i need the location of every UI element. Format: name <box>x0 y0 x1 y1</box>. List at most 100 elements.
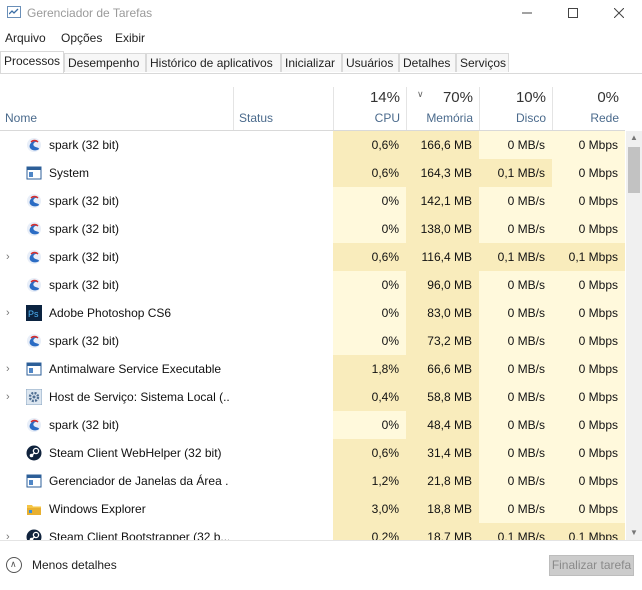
column-header: Nome Status 14% CPU ∨ 70% Memória 10% Di… <box>0 87 625 131</box>
process-row[interactable]: › Steam Client Bootstrapper (32 b... 0,2% 1… <box>0 523 625 540</box>
process-row[interactable]: spark (32 bit) 0% 138,0 MB 0 MB/s 0 Mbps <box>0 215 625 243</box>
minimize-button[interactable] <box>504 0 550 26</box>
header-disk[interactable]: 10% Disco <box>479 87 552 130</box>
process-row[interactable]: System 0,6% 164,3 MB 0,1 MB/s 0 Mbps <box>0 159 625 187</box>
process-row[interactable]: Steam Client WebHelper (32 bit) 0,6% 31,4 … <box>0 439 625 467</box>
expand-chevron-icon[interactable]: › <box>6 362 16 376</box>
vertical-scrollbar[interactable]: ▲ ▼ <box>626 131 642 540</box>
process-network: 0 Mbps <box>552 271 625 299</box>
process-memory: 31,4 MB <box>406 439 479 467</box>
process-row[interactable]: spark (32 bit) 0% 142,1 MB 0 MB/s 0 Mbps <box>0 187 625 215</box>
expand-chevron-icon[interactable]: › <box>6 250 16 264</box>
process-network: 0 Mbps <box>552 411 625 439</box>
end-task-button[interactable]: Finalizar tarefa <box>549 555 634 576</box>
scroll-up-icon[interactable]: ▲ <box>626 131 642 145</box>
process-row[interactable]: › Host de Serviço: Sistema Local (... 0,4%… <box>0 383 625 411</box>
header-name-label: Nome <box>5 111 38 125</box>
process-memory: 73,2 MB <box>406 327 479 355</box>
header-memory-label: Memória <box>426 111 473 125</box>
process-name: spark (32 bit) <box>49 194 120 208</box>
process-name: spark (32 bit) <box>49 250 120 264</box>
process-name: spark (32 bit) <box>49 334 120 348</box>
menu-opcoes[interactable]: Opções <box>61 31 102 45</box>
folder-icon <box>26 501 42 517</box>
tab-bar: Processos Desempenho Histórico de aplica… <box>0 51 642 74</box>
tab-servicos[interactable]: Serviços <box>456 53 509 72</box>
header-status[interactable]: Status <box>233 87 333 130</box>
close-button[interactable] <box>596 0 642 26</box>
process-disk: 0 MB/s <box>479 131 552 159</box>
process-disk: 0 MB/s <box>479 327 552 355</box>
header-memory-pct: 70% <box>442 89 473 106</box>
process-name: System <box>49 166 90 180</box>
process-row[interactable]: spark (32 bit) 0,6% 166,6 MB 0 MB/s 0 Mbps <box>0 131 625 159</box>
process-memory: 83,0 MB <box>406 299 479 327</box>
process-row[interactable]: spark (32 bit) 0% 96,0 MB 0 MB/s 0 Mbps <box>0 271 625 299</box>
process-memory: 96,0 MB <box>406 271 479 299</box>
process-disk: 0 MB/s <box>479 187 552 215</box>
header-disk-label: Disco <box>515 111 546 125</box>
tab-desempenho[interactable]: Desempenho <box>64 53 146 72</box>
header-cpu[interactable]: 14% CPU <box>333 87 406 130</box>
expand-chevron-icon[interactable]: › <box>6 530 16 540</box>
spark-icon <box>26 333 42 349</box>
header-network[interactable]: 0% Rede <box>552 87 625 130</box>
process-network: 0 Mbps <box>552 439 625 467</box>
menu-arquivo[interactable]: Arquivo <box>5 31 46 45</box>
process-disk: 0,1 MB/s <box>479 159 552 187</box>
process-row[interactable]: › spark (32 bit) 0,6% 116,4 MB 0,1 MB/s 0,1 M… <box>0 243 625 271</box>
tab-usuarios[interactable]: Usuários <box>342 53 399 72</box>
process-row[interactable]: Windows Explorer 3,0% 18,8 MB 0 MB/s 0 Mbps <box>0 495 625 523</box>
footer: ∧ Menos detalhes Finalizar tarefa <box>0 540 642 590</box>
process-disk: 0,1 MB/s <box>479 243 552 271</box>
maximize-button[interactable] <box>550 0 596 26</box>
menu-exibir[interactable]: Exibir <box>115 31 145 45</box>
process-cpu: 0,4% <box>333 383 406 411</box>
process-name: Gerenciador de Janelas da Área ... <box>49 474 229 488</box>
header-memory[interactable]: ∨ 70% Memória <box>406 87 479 130</box>
process-row[interactable]: Gerenciador de Janelas da Área ... 1,2% 21… <box>0 467 625 495</box>
tab-detalhes[interactable]: Detalhes <box>399 53 456 72</box>
tab-historico[interactable]: Histórico de aplicativos <box>146 53 281 72</box>
process-row[interactable]: spark (32 bit) 0% 48,4 MB 0 MB/s 0 Mbps <box>0 411 625 439</box>
process-name: spark (32 bit) <box>49 222 120 236</box>
header-cpu-pct: 14% <box>369 89 400 106</box>
task-manager-icon <box>7 6 21 18</box>
less-details-link[interactable]: Menos detalhes <box>32 558 117 572</box>
chevron-up-circle-icon[interactable]: ∧ <box>6 557 22 573</box>
header-name[interactable]: Nome <box>0 87 233 130</box>
process-network: 0 Mbps <box>552 159 625 187</box>
process-network: 0 Mbps <box>552 383 625 411</box>
process-disk: 0,1 MB/s <box>479 523 552 540</box>
process-network: 0,1 Mbps <box>552 523 625 540</box>
process-memory: 138,0 MB <box>406 215 479 243</box>
tab-inicializar[interactable]: Inicializar <box>281 53 342 72</box>
process-cpu: 0% <box>333 215 406 243</box>
scroll-down-icon[interactable]: ▼ <box>626 526 642 540</box>
process-cpu: 1,2% <box>333 467 406 495</box>
steam-icon <box>26 529 42 540</box>
process-name: spark (32 bit) <box>49 138 120 152</box>
process-disk: 0 MB/s <box>479 495 552 523</box>
process-memory: 166,6 MB <box>406 131 479 159</box>
system-icon <box>26 165 42 181</box>
system-icon <box>26 473 42 489</box>
process-name: spark (32 bit) <box>49 278 120 292</box>
process-row[interactable]: spark (32 bit) 0% 73,2 MB 0 MB/s 0 Mbps <box>0 327 625 355</box>
tab-processos[interactable]: Processos <box>0 51 64 73</box>
process-network: 0 Mbps <box>552 467 625 495</box>
process-network: 0 Mbps <box>552 327 625 355</box>
steam-icon <box>26 445 42 461</box>
process-name: Steam Client WebHelper (32 bit) <box>49 446 222 460</box>
process-disk: 0 MB/s <box>479 411 552 439</box>
scroll-thumb[interactable] <box>628 147 640 193</box>
process-cpu: 0% <box>333 187 406 215</box>
expand-chevron-icon[interactable]: › <box>6 306 16 320</box>
spark-icon <box>26 417 42 433</box>
expand-chevron-icon[interactable]: › <box>6 390 16 404</box>
process-row[interactable]: › Ps Adobe Photoshop CS6 0% 83,0 MB 0 MB/s 0 M… <box>0 299 625 327</box>
process-memory: 48,4 MB <box>406 411 479 439</box>
process-cpu: 0,2% <box>333 523 406 540</box>
process-row[interactable]: › Antimalware Service Executable 1,8% 66,6 … <box>0 355 625 383</box>
photoshop-icon: Ps <box>26 305 42 321</box>
